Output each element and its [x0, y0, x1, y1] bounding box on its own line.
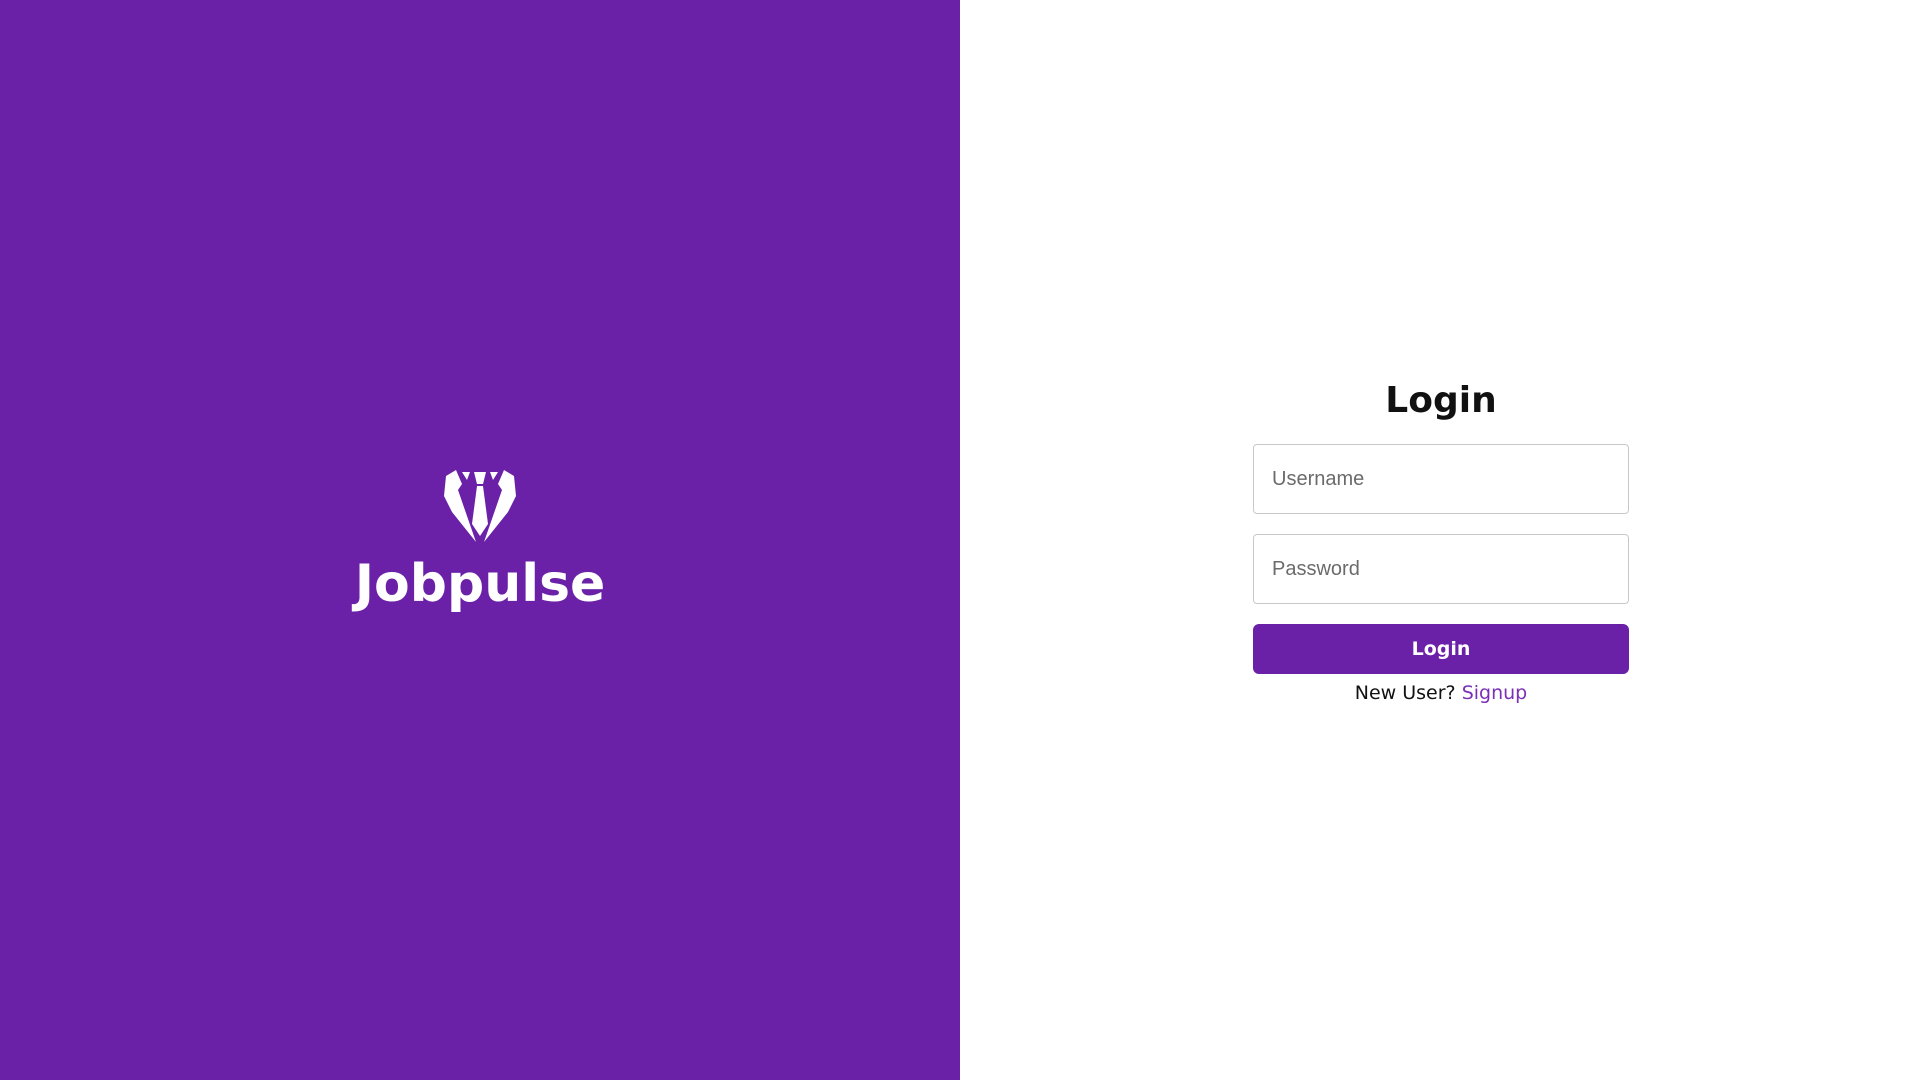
tuxedo-icon [444, 470, 516, 542]
login-form: Login Login New User? Signup [1253, 376, 1629, 706]
login-page: Jobpulse Login Login New User? Signup [0, 0, 1920, 1080]
brand-name: Jobpulse [354, 554, 606, 614]
signup-link[interactable]: Signup [1462, 682, 1528, 704]
signup-prompt: New User? Signup [1253, 680, 1629, 706]
login-button[interactable]: Login [1253, 624, 1629, 674]
login-panel: Login Login New User? Signup [960, 0, 1920, 1080]
brand-logo: Jobpulse [0, 468, 960, 614]
login-title: Login [1385, 380, 1497, 421]
new-user-text: New User? [1354, 682, 1462, 704]
password-input[interactable] [1253, 534, 1629, 604]
brand-panel: Jobpulse [0, 0, 960, 1080]
username-input[interactable] [1253, 444, 1629, 514]
